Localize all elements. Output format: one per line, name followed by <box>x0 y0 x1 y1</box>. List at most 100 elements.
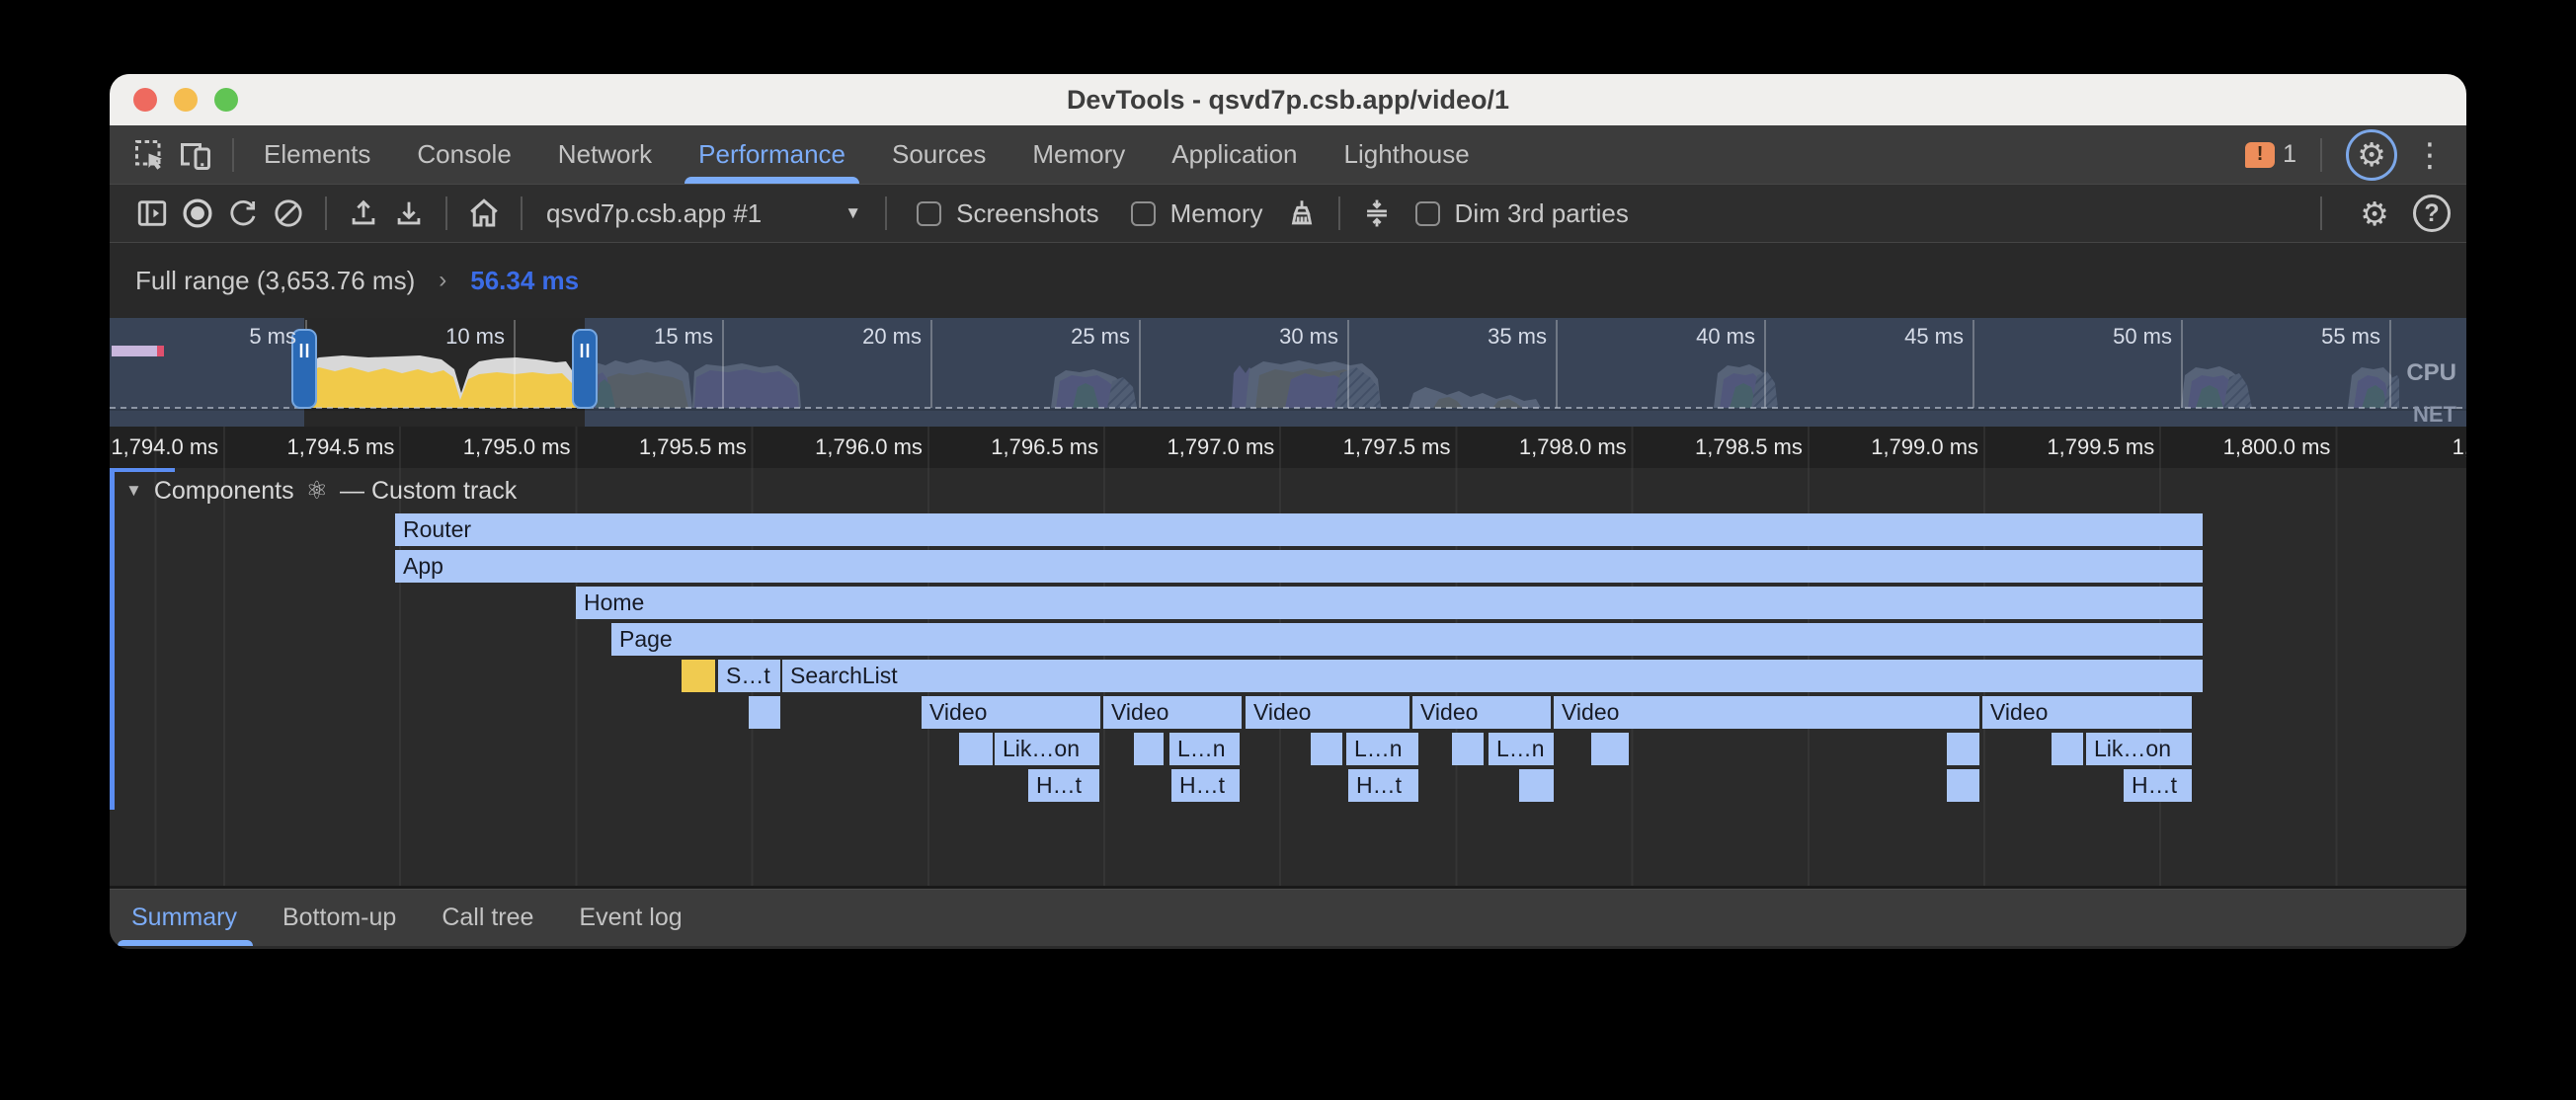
flame-bar-home[interactable]: Home <box>576 587 2203 619</box>
tab-network[interactable]: Network <box>558 125 652 184</box>
left-selection-handle[interactable] <box>292 330 316 408</box>
flame-bar-h-t[interactable]: H…t <box>2124 769 2192 802</box>
ruler-label: 1,799.5 ms <box>1984 427 2160 468</box>
chevron-right-icon: › <box>439 267 446 294</box>
settings-button[interactable]: ⚙ <box>2346 129 2397 181</box>
collapse-sections-icon[interactable] <box>1354 191 1400 236</box>
issues-badge[interactable]: ! 1 <box>2245 140 2296 169</box>
record-and-reload-button[interactable] <box>220 191 266 236</box>
flame-bar-video[interactable]: Video <box>1554 696 1979 729</box>
tab-console[interactable]: Console <box>417 125 511 184</box>
tab-memory[interactable]: Memory <box>1032 125 1125 184</box>
tab-performance[interactable]: Performance <box>698 125 845 184</box>
help-icon[interactable]: ? <box>2413 195 2451 232</box>
range-breadcrumb: Full range (3,653.76 ms) › 56.34 ms <box>110 243 2466 318</box>
flame-bar-video[interactable]: Video <box>1103 696 1242 729</box>
target-selector-value: qsvd7p.csb.app #1 <box>546 198 762 229</box>
more-options-menu[interactable]: ⋮ <box>2407 132 2453 178</box>
dim-3rd-parties-checkbox[interactable]: Dim 3rd parties <box>1415 198 1629 229</box>
details-tabbar: Summary Bottom-up Call tree Event log <box>110 889 2466 946</box>
devtools-window: DevTools - qsvd7p.csb.app/video/1 Elemen… <box>110 74 2466 949</box>
ruler-label: 1,798.0 ms <box>1457 427 1633 468</box>
flame-bar-page[interactable]: Page <box>611 623 2203 656</box>
home-icon[interactable] <box>461 191 507 236</box>
flame-chart[interactable]: ▼ Components ⚛ — Custom track Router App H… <box>110 468 2466 889</box>
flame-bar[interactable] <box>1591 733 1629 765</box>
flame-bar-lik-on[interactable]: Lik…on <box>995 733 1099 765</box>
flame-bar[interactable] <box>959 733 993 765</box>
flame-bar[interactable] <box>682 660 715 692</box>
toggle-sidebar-icon[interactable] <box>129 191 175 236</box>
tab-application[interactable]: Application <box>1171 125 1297 184</box>
bottom-tab-call-tree[interactable]: Call tree <box>442 890 533 946</box>
tab-sources[interactable]: Sources <box>892 125 986 184</box>
flame-bar-router[interactable]: Router <box>395 513 2203 546</box>
ruler-label: 1,799.0 ms <box>1809 427 1984 468</box>
track-name: Components <box>154 477 294 506</box>
time-ruler: 1,794.0 ms1,794.5 ms1,795.0 ms1,795.5 ms… <box>110 427 2466 468</box>
screenshots-checkbox[interactable]: Screenshots <box>917 198 1099 229</box>
minimize-window-button[interactable] <box>174 88 198 112</box>
collapse-track-icon[interactable]: ▼ <box>125 481 142 501</box>
close-window-button[interactable] <box>133 88 157 112</box>
overview-left-marker <box>112 346 157 356</box>
collect-garbage-icon[interactable] <box>1279 191 1325 236</box>
timeline-overview[interactable]: 5 ms10 ms15 ms20 ms25 ms30 ms35 ms40 ms4… <box>110 318 2466 427</box>
record-button[interactable] <box>175 191 220 236</box>
clear-recording-icon[interactable] <box>266 191 311 236</box>
tab-lighthouse[interactable]: Lighthouse <box>1344 125 1470 184</box>
flame-bar[interactable] <box>1519 769 1554 802</box>
breadcrumb-full-range[interactable]: Full range (3,653.76 ms) <box>135 266 415 296</box>
flame-bar-video[interactable]: Video <box>1246 696 1409 729</box>
kebab-menu-icon: ⋮ <box>2414 138 2447 171</box>
devtools-tabbar: Elements Console Network Performance Sources… <box>110 125 2466 185</box>
ruler-label: 1,794.5 ms <box>224 427 400 468</box>
performance-toolbar: qsvd7p.csb.app #1 ▼ Screenshots Memory D… <box>110 185 2466 243</box>
flame-bar-l-n[interactable]: L…n <box>1169 733 1240 765</box>
bottom-tab-event-log[interactable]: Event log <box>579 890 682 946</box>
flame-bar-h-t[interactable]: H…t <box>1171 769 1240 802</box>
breadcrumb-selected-range[interactable]: 56.34 ms <box>470 266 579 296</box>
flame-bar[interactable] <box>1947 769 1979 802</box>
flame-bar-l-n[interactable]: L…n <box>1489 733 1554 765</box>
tab-elements[interactable]: Elements <box>264 125 370 184</box>
flame-bar-searchlist[interactable]: SearchList <box>782 660 2203 692</box>
flame-bar-l-n[interactable]: L…n <box>1346 733 1418 765</box>
flame-bar[interactable] <box>1947 733 1979 765</box>
zoom-window-button[interactable] <box>214 88 238 112</box>
flame-bar-s-t[interactable]: S…t <box>718 660 780 692</box>
flame-bar-app[interactable]: App <box>395 550 2203 583</box>
flame-bar-h-t[interactable]: H…t <box>1028 769 1099 802</box>
track-selection-border <box>110 468 115 810</box>
inspect-element-icon[interactable] <box>127 132 173 178</box>
ruler-label: 1,796.0 ms <box>753 427 928 468</box>
memory-checkbox[interactable]: Memory <box>1131 198 1263 229</box>
chevron-down-icon: ▼ <box>845 203 861 223</box>
window-title: DevTools - qsvd7p.csb.app/video/1 <box>110 85 2466 116</box>
bottom-tab-summary[interactable]: Summary <box>131 890 237 946</box>
upload-profile-icon[interactable] <box>341 191 386 236</box>
flame-bar-video[interactable]: Video <box>922 696 1100 729</box>
custom-track-header[interactable]: ▼ Components ⚛ — Custom track <box>125 476 517 506</box>
flame-bar-h-t[interactable]: H…t <box>1348 769 1418 802</box>
flame-bar[interactable] <box>749 696 780 729</box>
flame-bar[interactable] <box>1311 733 1342 765</box>
flame-bar-video[interactable]: Video <box>1412 696 1551 729</box>
gear-icon: ⚙ <box>2357 138 2386 171</box>
download-profile-icon[interactable] <box>386 191 432 236</box>
flame-bar[interactable] <box>2052 733 2083 765</box>
flame-bar-lik-on[interactable]: Lik…on <box>2086 733 2192 765</box>
checkbox-box <box>1131 201 1156 226</box>
flame-bar[interactable] <box>1452 733 1484 765</box>
track-suffix: — Custom track <box>340 477 517 506</box>
target-selector-dropdown[interactable]: qsvd7p.csb.app #1 ▼ <box>546 198 861 229</box>
flame-bar[interactable] <box>1134 733 1164 765</box>
right-selection-handle[interactable] <box>573 330 597 408</box>
flame-bar-video[interactable]: Video <box>1982 696 2192 729</box>
ruler-label: 1,798.5 ms <box>1633 427 1809 468</box>
device-toolbar-icon[interactable] <box>173 132 218 178</box>
ruler-label: 1,800 <box>2336 427 2466 468</box>
bottom-tab-bottom-up[interactable]: Bottom-up <box>282 890 396 946</box>
warning-icon: ! <box>2245 142 2275 168</box>
capture-settings-gear-icon[interactable]: ⚙ <box>2352 191 2397 236</box>
